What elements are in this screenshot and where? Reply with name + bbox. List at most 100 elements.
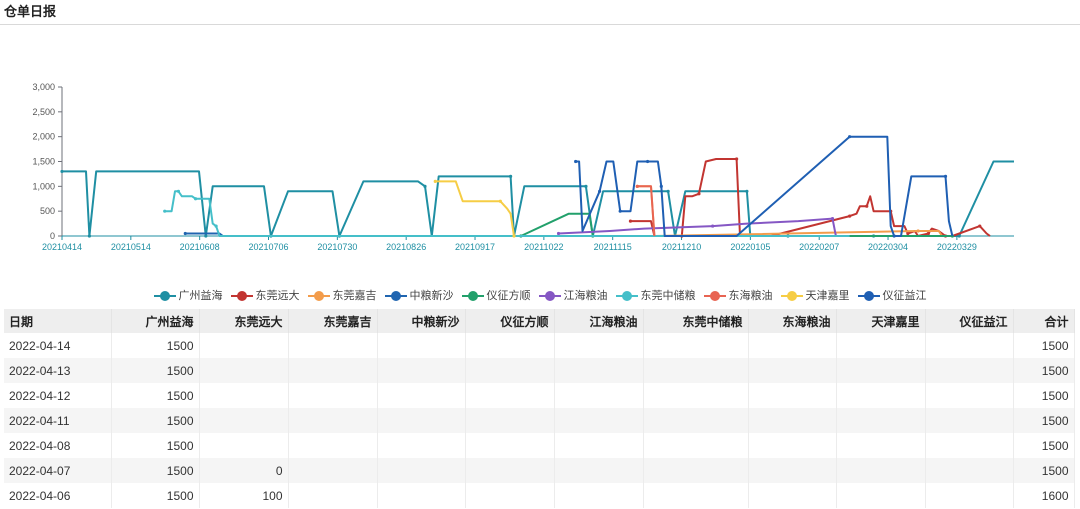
legend-swatch [153,291,176,302]
table-cell [554,483,644,508]
table-row: 2022-04-14 1500 1500 [4,333,1075,358]
table-cell [836,483,926,508]
table-cell: 1500 [111,383,200,408]
table-cell [748,408,837,433]
column-header[interactable]: 仪征方顺 [465,309,555,333]
table-cell [748,458,837,483]
table-row: 2022-04-13 1500 1500 [4,358,1075,383]
table-body: 2022-04-14 1500 1500 2022-04-13 1500 1500 2022… [4,333,1075,508]
table-cell [199,433,289,458]
table-cell: 1500 [111,408,200,433]
data-point [659,184,663,188]
table-cell [288,333,378,358]
table-cell [288,408,378,433]
table-cell: 1500 [111,483,200,508]
column-header[interactable]: 合计 [1013,309,1075,333]
y-tick-label: 3,000 [32,82,55,92]
x-tick-label: 20210706 [248,242,288,252]
table-cell: 1500 [111,458,200,483]
table-cell [836,358,926,383]
legend-item[interactable]: 东莞中储粮 [615,287,696,303]
legend-swatch [230,291,253,302]
table-cell: 2022-04-13 [4,358,112,383]
table-cell [643,408,749,433]
column-header[interactable]: 东莞中储粮 [643,309,749,333]
legend-label: 东莞嘉吉 [332,290,377,302]
legend-label: 中粮新沙 [409,290,454,302]
table-cell [199,333,289,358]
x-tick-label: 20210514 [111,242,151,252]
data-point [906,231,910,236]
y-tick-label: 2,500 [32,107,55,117]
table-cell [288,458,378,483]
legend-label: 东莞远大 [255,290,300,302]
table-row: 2022-04-07 1500 0 1500 [4,458,1075,483]
legend-item[interactable]: 东海粮油 [703,287,773,303]
data-point [87,234,91,238]
x-tick-label: 20210608 [180,242,220,252]
legend-swatch [703,291,726,302]
column-header[interactable]: 广州益海 [111,309,200,333]
data-point [978,224,982,228]
table-cell [643,433,749,458]
table-cell [643,358,749,383]
legend-item[interactable]: 东莞远大 [230,287,300,303]
data-point [848,135,852,139]
table-cell: 1500 [1013,333,1075,358]
table-cell: 1500 [111,433,200,458]
legend-item[interactable]: 仪征益江 [857,287,927,303]
legend-swatch [538,291,561,302]
data-point [556,231,561,236]
table-header-row: 日期 广州益海 东莞远大 东莞嘉吉 中粮新沙 仪征方顺 江海粮油 东莞中储粮 东海粮油 天津嘉里仪… [4,309,1075,333]
table-cell [925,358,1014,383]
table-cell: 2022-04-12 [4,383,112,408]
legend-item[interactable]: 广州益海 [153,287,223,303]
legend-label: 仪征益江 [882,290,927,302]
table-cell [925,483,1014,508]
table-cell [377,358,466,383]
table-cell [465,433,555,458]
data-point [628,219,633,223]
x-tick-label: 20211115 [594,242,632,252]
column-header[interactable]: 仪征益江 [925,309,1014,333]
column-header[interactable]: 日期 [4,309,112,333]
data-point [512,234,516,238]
data-point [60,169,64,174]
table-cell [199,408,289,433]
legend-item[interactable]: 天津嘉里 [780,287,850,303]
column-header[interactable]: 中粮新沙 [377,309,466,333]
table-cell [554,458,644,483]
column-header[interactable]: 东海粮油 [748,309,837,333]
legend-item[interactable]: 东莞嘉吉 [307,287,377,303]
x-tick-label: 20210414 [42,242,82,252]
x-tick-label: 20220207 [799,242,839,252]
table-cell [554,383,644,408]
data-point [711,224,715,228]
data-point [183,231,187,236]
column-header[interactable]: 江海粮油 [554,309,644,333]
column-header[interactable]: 东莞嘉吉 [288,309,378,333]
table-cell [643,383,749,408]
legend-swatch [461,291,484,302]
table-cell [288,483,378,508]
column-header[interactable]: 东莞远大 [199,309,289,333]
data-point [204,234,208,238]
legend-item[interactable]: 江海粮油 [538,287,608,303]
table-cell [643,333,749,358]
legend-label: 东海粮油 [728,290,773,302]
table-cell: 1500 [111,358,200,383]
table-cell [836,408,926,433]
table-cell: 1500 [1013,358,1075,383]
legend-item[interactable]: 仪征方顺 [461,287,531,303]
table-cell: 1500 [111,333,200,358]
table-cell [643,483,749,508]
table-cell: 1600 [1013,483,1075,508]
data-point [645,159,650,164]
column-header[interactable]: 天津嘉里 [836,309,926,333]
legend-item[interactable]: 中粮新沙 [384,287,454,303]
data-point [697,192,701,196]
table-cell [836,458,926,483]
table-cell [925,433,1014,458]
table-cell: 100 [199,483,289,508]
table-cell [288,358,378,383]
